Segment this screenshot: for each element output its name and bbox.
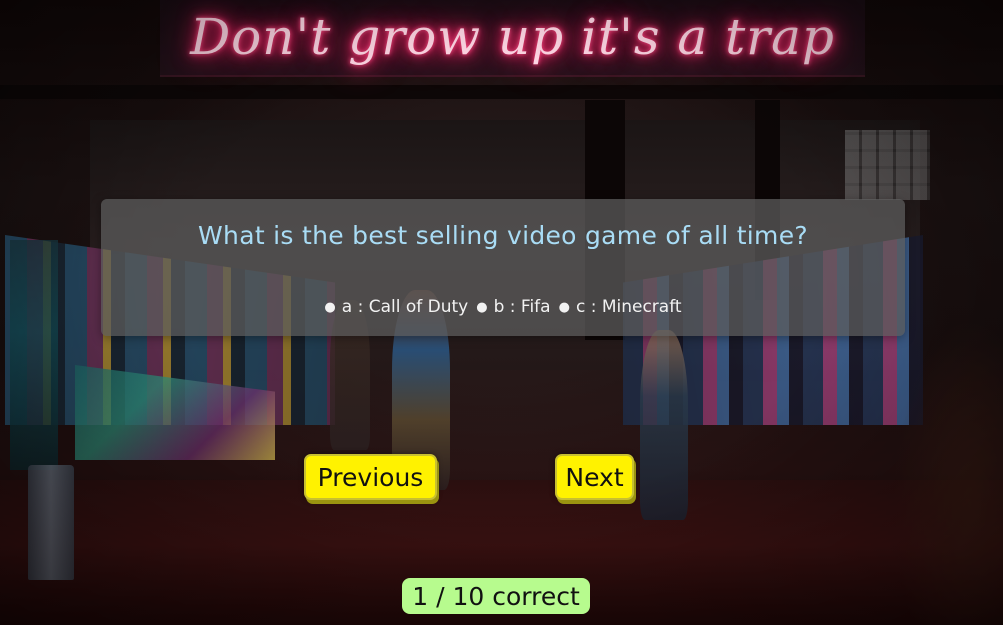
- question-card: What is the best selling video game of a…: [101, 199, 905, 336]
- answer-options: ● a : Call of Duty ● b : Fifa ● c : Mine…: [101, 297, 905, 317]
- next-button[interactable]: Next: [555, 454, 634, 500]
- arcade-cabinet: [10, 240, 58, 470]
- foreground-shadow: [893, 320, 1003, 625]
- answer-option-c[interactable]: ● c : Minecraft: [559, 297, 682, 317]
- previous-button[interactable]: Previous: [304, 454, 437, 500]
- answer-option-label: a : Call of Duty: [341, 297, 469, 317]
- quiz-page: Don't grow up it's a trap What is the be…: [0, 0, 1003, 625]
- ceiling-beam: [0, 85, 1003, 99]
- answer-option-a[interactable]: ● a : Call of Duty: [324, 297, 468, 317]
- bullet-icon: ●: [558, 299, 570, 315]
- answer-option-label: b : Fifa: [493, 297, 551, 317]
- neon-sign: Don't grow up it's a trap: [190, 8, 835, 66]
- answer-option-b[interactable]: ● b : Fifa: [476, 297, 550, 317]
- bullet-icon: ●: [476, 299, 488, 315]
- question-text: What is the best selling video game of a…: [198, 221, 808, 250]
- trash-can: [28, 465, 74, 580]
- person-silhouette: [640, 330, 688, 520]
- bullet-icon: ●: [324, 299, 336, 315]
- glass-block-window: [845, 130, 930, 200]
- score-badge: 1 / 10 correct: [402, 578, 590, 614]
- answer-option-label: c : Minecraft: [575, 297, 682, 317]
